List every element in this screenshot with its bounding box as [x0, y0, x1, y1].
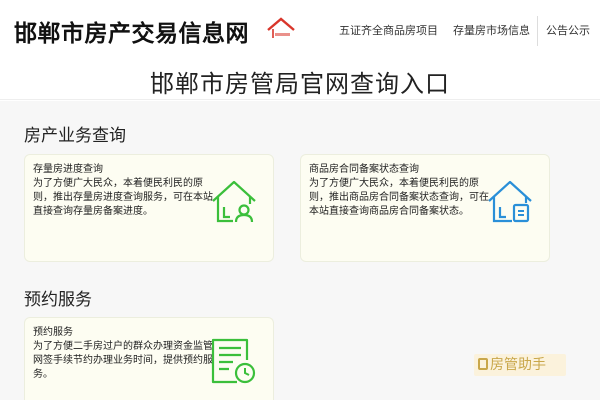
- site-title[interactable]: 邯郸市房产交易信息网: [14, 14, 249, 48]
- card-text: 存量房进度查询 为了方便广大民众，本着便民利民的原则，推出存量房进度查询服务，可…: [33, 163, 215, 219]
- page-banner: 邯郸市房管局官网查询入口: [0, 58, 600, 100]
- section-title-appointment: 预约服务: [24, 290, 92, 310]
- main-content: 房产业务查询 存量房进度查询 为了方便广大民众，本着便民利民的原则，推出存量房进…: [0, 101, 600, 400]
- card-title: 存量房进度查询: [33, 164, 103, 175]
- house-document-icon: [488, 180, 532, 223]
- card-appointment-service[interactable]: 预约服务 为了方便二手房过户的群众办理资金监管网签手续节约办理业务时间，提供预约…: [24, 317, 274, 400]
- card-commercial-contract-status[interactable]: 商品房合同备案状态查询 为了方便广大民众，本着便民利民的原则，推出商品房合同备案…: [300, 154, 550, 262]
- watermark-text: 房管助手: [490, 357, 546, 373]
- house-person-icon: [212, 180, 256, 223]
- card-title: 商品房合同备案状态查询: [309, 164, 419, 175]
- app-icon: [478, 358, 488, 370]
- card-description: 为了方便广大民众，本着便民利民的原则，推出商品房合同备案状态查询，可在本站直接查…: [309, 178, 489, 217]
- section-title-property-query: 房产业务查询: [24, 126, 126, 146]
- logo-house-icon: [267, 17, 295, 38]
- nav-divider: [537, 16, 538, 46]
- card-text: 商品房合同备案状态查询 为了方便广大民众，本着便民利民的原则，推出商品房合同备案…: [309, 163, 491, 219]
- card-text: 预约服务 为了方便二手房过户的群众办理资金监管网签手续节约办理业务时间，提供预约…: [33, 326, 215, 382]
- page-title: 邯郸市房管局官网查询入口: [150, 70, 450, 98]
- card-description: 为了方便广大民众，本着便民利民的原则，推出存量房进度查询服务，可在本站直接查询存…: [33, 178, 213, 217]
- card-description: 为了方便二手房过户的群众办理资金监管网签手续节约办理业务时间，提供预约服务。: [33, 341, 213, 380]
- watermark-badge: 房管助手: [474, 354, 566, 376]
- nav-existing-housing-market[interactable]: 存量房市场信息: [453, 22, 530, 38]
- nav-certified-projects[interactable]: 五证齐全商品房项目: [339, 22, 438, 38]
- site-header: 邯郸市房产交易信息网 五证齐全商品房项目 存量房市场信息 公告公示: [0, 0, 600, 58]
- form-clock-icon: [211, 338, 256, 384]
- card-title: 预约服务: [33, 327, 73, 338]
- nav-announcements[interactable]: 公告公示: [546, 22, 590, 38]
- card-existing-housing-progress[interactable]: 存量房进度查询 为了方便广大民众，本着便民利民的原则，推出存量房进度查询服务，可…: [24, 154, 274, 262]
